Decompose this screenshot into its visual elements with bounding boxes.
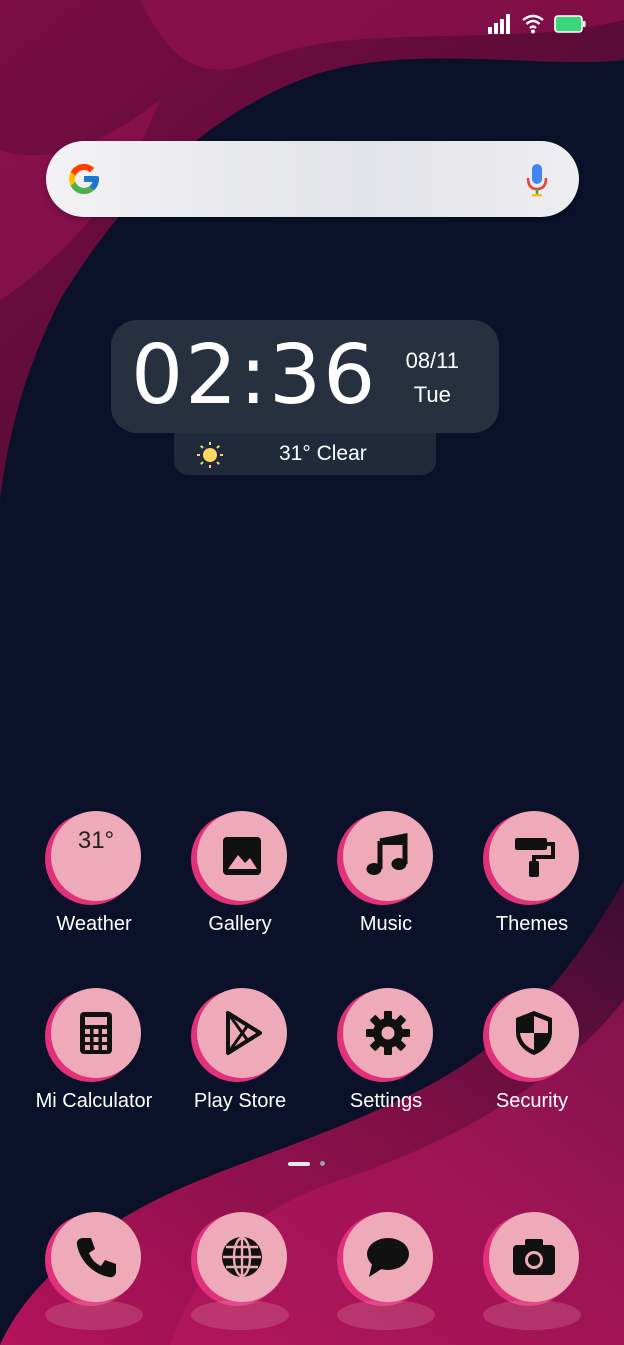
app-label-music: Music xyxy=(359,913,413,935)
paint-roller-icon xyxy=(515,838,555,877)
app-security[interactable]: Security xyxy=(462,988,602,1118)
page-dot xyxy=(320,1161,325,1166)
dock-reflection xyxy=(191,1300,289,1330)
app-themes[interactable]: Themes xyxy=(462,811,602,941)
camera-icon xyxy=(513,1239,555,1275)
app-label-weather: Weather xyxy=(56,913,132,935)
play-store-icon xyxy=(226,1011,262,1055)
gear-icon xyxy=(366,1011,410,1055)
page-indicator xyxy=(288,1161,325,1166)
clock-time: 02:36 xyxy=(131,328,378,423)
weather-widget[interactable]: 31° Clear xyxy=(174,433,436,475)
app-mi-calculator[interactable]: Mi Calculator xyxy=(24,988,164,1118)
google-logo-icon xyxy=(69,164,99,194)
image-icon xyxy=(223,837,261,875)
app-music[interactable]: Music xyxy=(316,811,456,941)
shield-icon xyxy=(516,1011,552,1055)
cellular-signal-icon xyxy=(488,14,510,34)
app-label-security: Security xyxy=(495,1090,569,1112)
phone-icon xyxy=(76,1238,116,1278)
battery-icon xyxy=(554,15,586,33)
app-play-store[interactable]: Play Store xyxy=(170,988,310,1118)
microphone-icon[interactable] xyxy=(525,163,549,197)
app-settings[interactable]: Settings xyxy=(316,988,456,1118)
dock-reflection xyxy=(483,1300,581,1330)
app-label-play-store: Play Store xyxy=(193,1090,287,1112)
app-label-settings: Settings xyxy=(349,1090,423,1112)
dock-reflection xyxy=(45,1300,143,1330)
app-label-gallery: Gallery xyxy=(208,913,272,935)
dock-reflection xyxy=(337,1300,435,1330)
sun-icon xyxy=(197,442,223,468)
weather-text: 31° Clear xyxy=(279,442,367,465)
music-note-icon xyxy=(366,832,408,875)
calculator-icon xyxy=(80,1012,112,1054)
app-weather[interactable]: 31° Weather xyxy=(24,811,164,941)
message-icon xyxy=(367,1238,409,1277)
wifi-icon xyxy=(522,14,544,34)
weather-icon: 31° xyxy=(77,827,115,854)
day-text: Tue xyxy=(413,382,451,407)
clock-date: 08/11 Tue xyxy=(406,344,459,412)
date-text: 08/11 xyxy=(405,348,459,373)
app-label-mi-calculator: Mi Calculator xyxy=(35,1090,153,1112)
app-gallery[interactable]: Gallery xyxy=(170,811,310,941)
clock-widget[interactable]: 02:36 08/11 Tue xyxy=(111,320,499,433)
search-bar[interactable] xyxy=(46,141,579,217)
page-dot-active xyxy=(288,1161,310,1166)
app-label-themes: Themes xyxy=(495,913,569,935)
globe-icon xyxy=(222,1236,262,1278)
status-bar xyxy=(488,14,586,34)
